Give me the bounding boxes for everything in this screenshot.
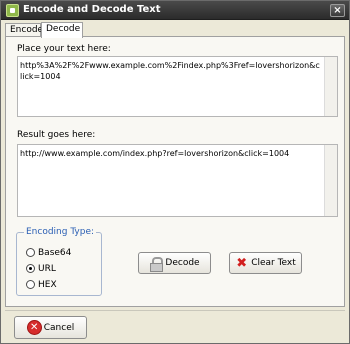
decode-button[interactable]: Decode <box>138 252 211 274</box>
clear-text-button[interactable]: ✖ Clear Text <box>229 252 302 274</box>
close-button[interactable]: × <box>330 4 345 17</box>
window-title: Encode and Decode Text <box>23 4 161 15</box>
clear-text-button-label: Clear Text <box>251 258 296 268</box>
output-text: http://www.example.com/index.php?ref=lov… <box>20 149 290 158</box>
radio-base64[interactable]: Base64 <box>26 247 71 258</box>
cancel-button[interactable]: ✕ Cancel <box>14 316 87 339</box>
output-label: Result goes here: <box>17 130 96 140</box>
input-scrollbar[interactable] <box>324 57 337 116</box>
radio-hex-label: HEX <box>38 279 57 290</box>
input-label: Place your text here: <box>17 44 111 54</box>
output-textbox[interactable]: http://www.example.com/index.php?ref=lov… <box>17 144 338 217</box>
radio-url-label: URL <box>38 263 56 274</box>
tab-decode[interactable]: Decode <box>41 22 83 38</box>
radio-hex-circle[interactable] <box>26 280 35 289</box>
app-icon <box>6 4 19 17</box>
radio-hex[interactable]: HEX <box>26 279 57 290</box>
input-textbox[interactable]: http%3A%2F%2Fwww.example.com%2Findex.php… <box>17 56 338 117</box>
decode-button-label: Decode <box>165 258 200 268</box>
title-bar[interactable]: Encode and Decode Text × <box>1 1 349 20</box>
output-scrollbar[interactable] <box>324 145 337 216</box>
encoding-type-group: Encoding Type: Base64 URL HEX <box>16 227 102 296</box>
app-window: Encode and Decode Text × Encode Decode P… <box>0 0 350 344</box>
x-icon: ✖ <box>236 255 248 271</box>
radio-base64-label: Base64 <box>38 247 72 258</box>
tab-encode[interactable]: Encode <box>5 23 43 37</box>
radio-base64-circle[interactable] <box>26 248 35 257</box>
cancel-button-label: Cancel <box>43 322 75 333</box>
lock-icon <box>149 256 164 272</box>
radio-url[interactable]: URL <box>26 263 56 274</box>
input-text: http%3A%2F%2Fwww.example.com%2Findex.php… <box>20 61 320 81</box>
encoding-type-title: Encoding Type: <box>24 227 97 237</box>
radio-url-circle[interactable] <box>26 264 35 273</box>
x-circle-icon: ✕ <box>26 320 42 335</box>
